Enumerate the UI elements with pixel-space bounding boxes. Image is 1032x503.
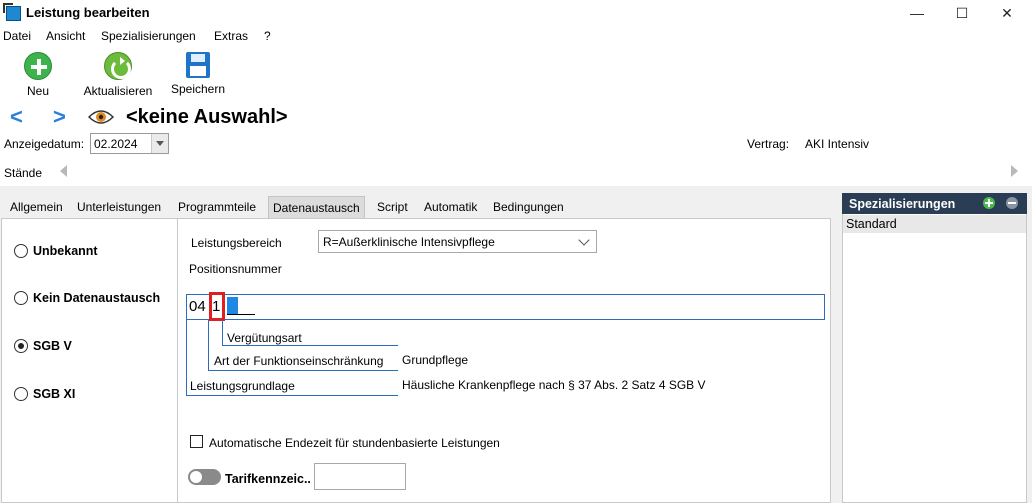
- tab-unterleistungen[interactable]: Unterleistungen: [73, 196, 165, 218]
- radio-kein-datenaustausch-label[interactable]: Kein Datenaustausch: [33, 291, 160, 305]
- tree-line: [186, 320, 187, 396]
- forward-arrow-icon[interactable]: >: [53, 106, 66, 128]
- display-date-select[interactable]: 02.2024: [90, 133, 169, 154]
- tab-allgemein[interactable]: Allgemein: [6, 196, 67, 218]
- menu-help[interactable]: ?: [264, 29, 271, 43]
- radio-sgb-xi[interactable]: [14, 387, 28, 401]
- menu-ansicht[interactable]: Ansicht: [46, 29, 85, 43]
- tab-datenaustausch[interactable]: Datenaustausch: [268, 196, 365, 218]
- dropdown-arrow-icon[interactable]: [151, 134, 168, 153]
- tree-line: [208, 320, 209, 371]
- positionsnummer-input[interactable]: 04 1: [186, 292, 825, 321]
- radio-sgb-v[interactable]: [14, 339, 28, 353]
- display-date-value: 02.2024: [94, 137, 138, 151]
- text-cursor: [227, 297, 238, 314]
- radio-sgb-xi-label[interactable]: SGB XI: [33, 387, 75, 401]
- add-specialization-icon[interactable]: [983, 197, 995, 209]
- staende-scroll-left-icon[interactable]: [60, 165, 67, 177]
- radio-sgb-v-label[interactable]: SGB V: [33, 339, 72, 353]
- staende-scroll-right-icon[interactable]: [1011, 165, 1018, 177]
- tree-line: [208, 370, 398, 371]
- refresh-button-label: Aktualisieren: [83, 84, 153, 98]
- menu-datei[interactable]: Datei: [3, 29, 31, 43]
- positionsnummer-prefix: 04: [189, 298, 206, 315]
- leistungsbereich-select[interactable]: R=Außerklinische Intensivpflege: [318, 230, 597, 253]
- specializations-title: Spezialisierungen: [849, 197, 956, 211]
- funktionseinschraenkung-label: Art der Funktionseinschränkung: [214, 354, 384, 368]
- tree-line: [186, 395, 398, 396]
- staende-label: Stände: [4, 166, 43, 180]
- floppy-disk-icon: [186, 52, 210, 78]
- menu-spezialisierungen[interactable]: Spezialisierungen: [101, 29, 196, 43]
- maximize-button[interactable]: ☐: [939, 2, 985, 24]
- menu-extras[interactable]: Extras: [214, 29, 248, 43]
- tarif-toggle[interactable]: [188, 469, 221, 485]
- tarif-input[interactable]: [314, 463, 406, 490]
- tree-line: [222, 320, 223, 346]
- title-bar: [0, 0, 1032, 26]
- specialization-label: Standard: [846, 217, 897, 231]
- record-title: <keine Auswahl>: [126, 106, 288, 128]
- specializations-panel: [842, 193, 1027, 503]
- tarif-label: Tarifkennzeic..: [225, 472, 311, 486]
- leistungsbereich-value: R=Außerklinische Intensivpflege: [323, 235, 495, 249]
- save-button-label: Speichern: [170, 82, 226, 96]
- chevron-down-icon[interactable]: [578, 234, 590, 246]
- tab-bedingungen[interactable]: Bedingungen: [489, 196, 568, 218]
- new-button-label: Neu: [26, 84, 49, 98]
- list-item[interactable]: Standard: [843, 215, 1026, 233]
- plus-circle-icon: [24, 52, 52, 80]
- positionsnummer-label: Positionsnummer: [189, 262, 282, 276]
- refresh-icon: [104, 52, 132, 80]
- app-icon: [3, 3, 21, 21]
- close-button[interactable]: ✕: [984, 2, 1030, 24]
- tab-automatik[interactable]: Automatik: [420, 196, 481, 218]
- funktionseinschraenkung-value: Grundpflege: [402, 353, 469, 367]
- radio-unbekannt[interactable]: [14, 244, 28, 258]
- auto-endzeit-label[interactable]: Automatische Endezeit für stundenbasiert…: [209, 436, 500, 450]
- back-arrow-icon[interactable]: <: [10, 106, 23, 128]
- refresh-button[interactable]: Aktualisieren: [78, 52, 158, 100]
- tree-line: [222, 345, 398, 346]
- contract-value: AKI Intensiv: [805, 137, 870, 151]
- display-date-label: Anzeigedatum:: [4, 137, 85, 151]
- auto-endzeit-checkbox[interactable]: [190, 435, 203, 448]
- save-button[interactable]: Speichern: [166, 52, 230, 100]
- leistungsbereich-label: Leistungsbereich: [191, 236, 282, 250]
- window-title: Leistung bearbeiten: [26, 5, 150, 20]
- tab-script[interactable]: Script: [373, 196, 412, 218]
- remove-specialization-icon[interactable]: [1006, 197, 1018, 209]
- eye-icon[interactable]: [88, 108, 114, 126]
- leistungsgrundlage-value: Häusliche Krankenpflege nach § 37 Abs. 2…: [402, 378, 706, 392]
- contract-label: Vertrag:: [747, 137, 790, 151]
- leistungsgrundlage-label: Leistungsgrundlage: [190, 379, 295, 393]
- verguetungsart-label: Vergütungsart: [227, 331, 302, 345]
- radio-kein-datenaustausch[interactable]: [14, 291, 28, 305]
- digit-highlight-box: [209, 292, 225, 321]
- tab-programmteile[interactable]: Programmteile: [174, 196, 260, 218]
- new-button[interactable]: Neu: [18, 52, 58, 100]
- radio-unbekannt-label[interactable]: Unbekannt: [33, 244, 98, 258]
- minimize-button[interactable]: —: [894, 2, 940, 24]
- divider: [177, 219, 178, 503]
- input-placeholder-underline: [227, 314, 255, 315]
